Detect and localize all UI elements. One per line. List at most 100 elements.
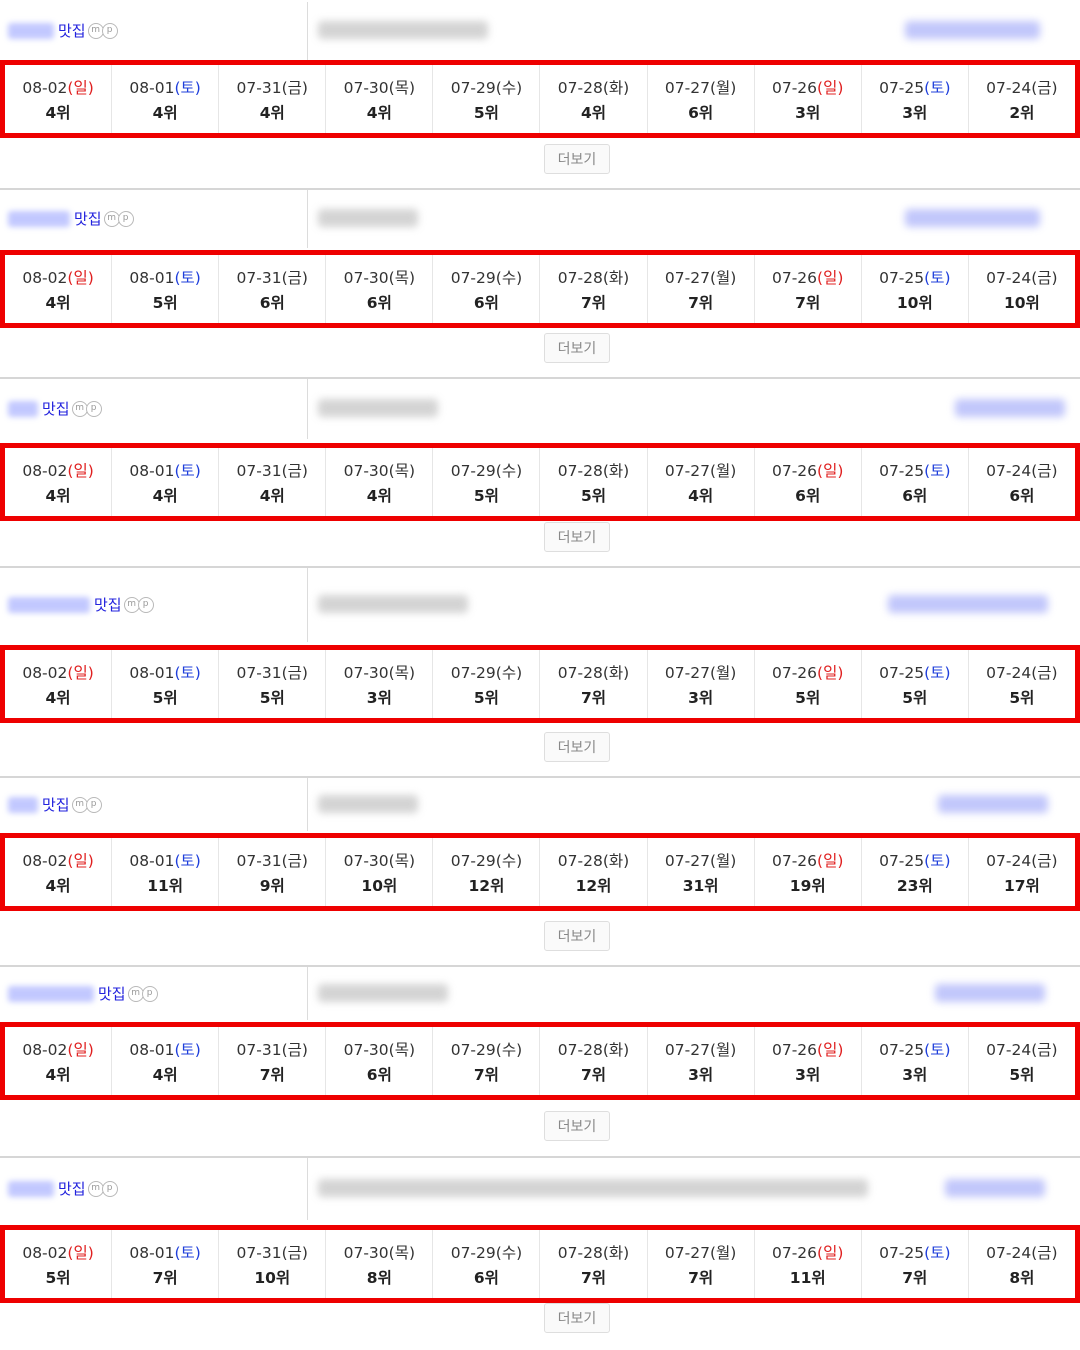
date-text: 07-30 (343, 268, 389, 287)
rank-value: 4위 (259, 103, 285, 122)
weekday: (월) (710, 79, 736, 97)
rank-cell: 07-31(금) 5위 (219, 650, 327, 718)
keyword-text[interactable]: 맛집 (98, 983, 126, 1004)
rank-value: 7위 (580, 1268, 607, 1287)
blurred-place-link[interactable] (905, 21, 1040, 39)
rank-cell: 07-28(화) 4위 (540, 65, 648, 133)
date-text: 07-31 (236, 78, 282, 97)
keyword-link[interactable]: 맛집 m p (8, 208, 134, 229)
blurred-place-name (318, 399, 438, 417)
keyword-text[interactable]: 맛집 (94, 594, 122, 615)
rank-date: 08-02(일) (22, 266, 93, 288)
weekday: (토) (174, 462, 200, 480)
rank-value: 5위 (45, 1268, 71, 1287)
weekday-text: 수 (501, 268, 517, 287)
paren-close: ) (301, 1243, 308, 1262)
blurred-place-link[interactable] (935, 984, 1045, 1002)
paren-close: ) (730, 461, 737, 480)
rank-date: 07-29(수) (451, 76, 522, 98)
rank-history-row: 08-02(일) 5위 08-01(토) 7위 07-31(금) 10위 07-30(목) 8… (0, 1225, 1080, 1303)
rank-date: 07-25(토) (879, 849, 950, 871)
rank-value: 10위 (361, 876, 398, 895)
weekday-text: 일 (823, 78, 838, 97)
weekday-text: 수 (501, 851, 517, 870)
weekday: (토) (924, 852, 950, 870)
weekday-text: 화 (608, 851, 624, 870)
keyword-link[interactable]: 맛집 m p (8, 20, 118, 41)
more-button[interactable]: 더보기 (544, 522, 610, 552)
paren-close: ) (730, 851, 737, 870)
more-button[interactable]: 더보기 (544, 732, 610, 762)
paren-close: ) (516, 1040, 523, 1059)
rank-date: 07-30(목) (344, 661, 415, 683)
more-button[interactable]: 더보기 (544, 333, 610, 363)
rank-cell: 07-26(일) 19위 (755, 838, 862, 906)
keyword-block: 맛집 m p 08-02(일) 4위 08-01(토) 4위 07-31(금) 4위 07-30(… (0, 377, 1080, 562)
paren-close: ) (623, 461, 630, 480)
weekday: (토) (924, 1244, 950, 1262)
keyword-text[interactable]: 맛집 (58, 1178, 86, 1199)
rank-cell: 08-02(일) 4위 (5, 65, 113, 133)
rank-date: 08-02(일) (22, 661, 93, 683)
rank-date: 07-31(금) (237, 849, 308, 871)
paren-close: ) (301, 461, 308, 480)
blurred-place-link[interactable] (938, 795, 1048, 813)
weekday-text: 금 (287, 78, 302, 97)
rank-date: 07-25(토) (879, 1038, 950, 1060)
paren-close: ) (408, 1040, 416, 1059)
keyword-link[interactable]: 맛집 m p (8, 983, 158, 1004)
keyword-link[interactable]: 맛집 m p (8, 1178, 118, 1199)
rank-cell: 08-02(일) 4위 (5, 650, 113, 718)
keyword-text[interactable]: 맛집 (42, 398, 70, 419)
date-text: 08-02 (22, 461, 68, 480)
keyword-cell: 맛집 m p (0, 568, 308, 642)
rank-value: 4위 (45, 486, 71, 505)
weekday-text: 토 (930, 851, 945, 870)
weekday-text: 목 (394, 1243, 409, 1262)
rank-cell: 07-31(금) 7위 (219, 1027, 327, 1095)
rank-date: 07-26(일) (772, 1241, 843, 1263)
weekday: (월) (710, 1041, 736, 1059)
more-button[interactable]: 더보기 (544, 921, 610, 951)
rank-value: 7위 (152, 1268, 178, 1287)
keyword-header: 맛집 m p (0, 776, 1080, 831)
keyword-link[interactable]: 맛집 m p (8, 594, 154, 615)
weekday-text: 토 (930, 663, 945, 682)
weekday-text: 금 (1037, 851, 1052, 870)
date-text: 07-28 (557, 268, 603, 287)
more-button[interactable]: 더보기 (544, 1303, 610, 1333)
rank-value: 7위 (795, 293, 821, 312)
date-text: 07-29 (450, 78, 496, 97)
keyword-text[interactable]: 맛집 (74, 208, 102, 229)
blurred-keyword-prefix (8, 210, 70, 227)
paren-close: ) (301, 268, 308, 287)
keyword-header: 맛집 m p (0, 377, 1080, 439)
keyword-text[interactable]: 맛집 (42, 794, 70, 815)
weekday: (월) (710, 462, 736, 480)
weekday: (목) (389, 79, 415, 97)
keyword-link[interactable]: 맛집 m p (8, 794, 102, 815)
rank-date: 07-27(월) (665, 459, 736, 481)
keyword-text[interactable]: 맛집 (58, 20, 86, 41)
weekday-text: 월 (716, 78, 731, 97)
rank-value: 4위 (45, 293, 71, 312)
blurred-place-link[interactable] (955, 399, 1065, 417)
more-button[interactable]: 더보기 (544, 1111, 610, 1141)
rank-value: 4위 (580, 103, 607, 122)
date-text: 07-24 (986, 851, 1032, 870)
rank-date: 07-30(목) (344, 849, 415, 871)
blurred-place-name (318, 1179, 868, 1197)
blurred-place-link[interactable] (905, 209, 1040, 227)
paren-close: ) (623, 268, 630, 287)
blurred-place-link[interactable] (888, 595, 1048, 613)
blurred-place-link[interactable] (945, 1179, 1045, 1197)
rank-value: 7위 (580, 293, 607, 312)
more-button[interactable]: 더보기 (544, 144, 610, 174)
paren-close: ) (944, 268, 951, 287)
mobile-pc-badge: mp (103, 210, 134, 227)
date-text: 07-28 (557, 1243, 603, 1262)
keyword-cell: 맛집 m p (0, 778, 308, 831)
keyword-cell: 맛집 m p (0, 967, 308, 1020)
keyword-link[interactable]: 맛집 m p (8, 398, 102, 419)
date-text: 08-01 (129, 1040, 175, 1059)
